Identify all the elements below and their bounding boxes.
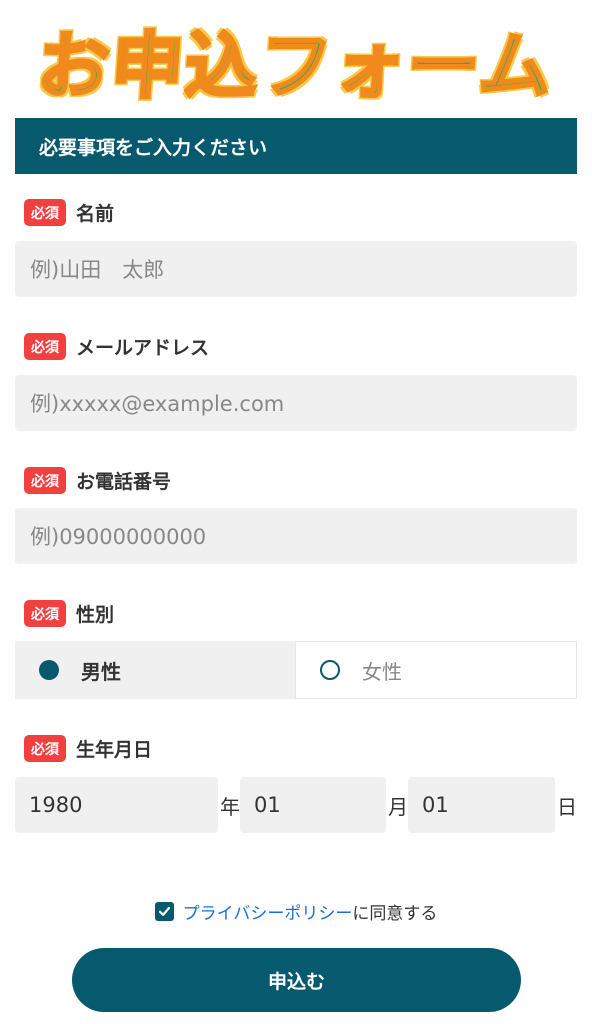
gender-label: 性別	[76, 604, 115, 626]
email-input[interactable]: 例)xxxxx@example.com	[15, 375, 577, 431]
birth-month-input[interactable]: 01	[240, 777, 386, 833]
phone-label-row: 必須 お電話番号	[24, 467, 171, 494]
birth-year-value: 1980	[29, 793, 83, 817]
birth-day-value: 01	[422, 793, 449, 817]
name-placeholder: 例)山田 太郎	[30, 258, 165, 282]
year-unit: 年	[220, 794, 240, 819]
gender-option-female[interactable]: 女性	[295, 641, 577, 699]
required-badge: 必須	[24, 735, 66, 762]
gender-option-male[interactable]: 男性	[15, 641, 295, 699]
gender-male-label: 男性	[81, 659, 121, 684]
required-badge: 必須	[24, 199, 66, 226]
birth-month-value: 01	[254, 793, 281, 817]
radio-unselected-icon	[320, 660, 340, 680]
submit-label: 申込む	[267, 970, 325, 993]
email-placeholder: 例)xxxxx@example.com	[30, 392, 285, 416]
gender-female-label: 女性	[362, 659, 402, 684]
email-label-row: 必須 メールアドレス	[24, 333, 209, 360]
agreement-row: プライバシーポリシー に同意する	[0, 899, 592, 924]
agreement-checkbox[interactable]	[154, 902, 174, 921]
required-badge: 必須	[24, 333, 66, 360]
birthday-label: 生年月日	[76, 739, 153, 761]
required-badge: 必須	[24, 467, 66, 494]
phone-label: お電話番号	[76, 471, 172, 493]
gender-label-row: 必須 性別	[24, 600, 114, 627]
submit-button[interactable]: 申込む	[72, 948, 521, 1012]
section-header: 必要事項をご入力ください	[15, 118, 577, 174]
name-label-row: 必須 名前	[24, 199, 114, 226]
phone-placeholder: 例)09000000000	[30, 525, 207, 549]
day-unit: 日	[557, 794, 577, 819]
form-title-banner: お申込フォーム	[0, 0, 592, 118]
birthday-label-row: 必須 生年月日	[24, 735, 152, 762]
checkmark-icon	[158, 906, 170, 916]
form-title: お申込フォーム	[33, 22, 558, 109]
name-label: 名前	[76, 203, 115, 225]
month-unit: 月	[388, 794, 408, 819]
agreement-suffix: に同意する	[352, 904, 438, 924]
privacy-policy-link[interactable]: プライバシーポリシー	[183, 899, 353, 924]
name-input[interactable]: 例)山田 太郎	[15, 241, 577, 297]
birth-year-input[interactable]: 1980	[15, 777, 218, 833]
required-badge: 必須	[24, 600, 66, 627]
radio-selected-icon	[39, 660, 59, 680]
phone-input[interactable]: 例)09000000000	[15, 508, 577, 564]
email-label: メールアドレス	[76, 337, 210, 359]
gender-radio-group: 男性 女性	[15, 641, 577, 699]
birth-day-input[interactable]: 01	[408, 777, 555, 833]
